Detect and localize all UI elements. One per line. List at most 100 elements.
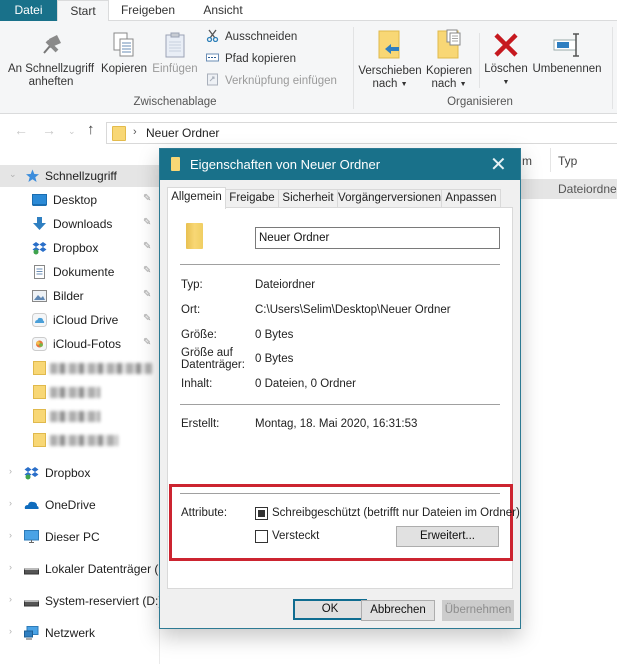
ribbon-tab-bar: Datei Start Freigeben Ansicht bbox=[0, 0, 617, 22]
tab-allgemein[interactable]: Allgemein bbox=[167, 187, 226, 209]
sidebar-item-onedrive[interactable]: › OneDrive bbox=[0, 494, 160, 516]
blurred-label bbox=[50, 387, 100, 398]
dropdown-caret-icon: ▼ bbox=[459, 81, 467, 88]
tab-freigabe[interactable]: Freigabe bbox=[225, 189, 279, 208]
sidebar-item-network[interactable]: › Netzwerk bbox=[0, 622, 160, 644]
blurred-label bbox=[50, 363, 152, 374]
created-value: Montag, 18. Mai 2020, 16:31:53 bbox=[255, 418, 418, 430]
column-header-name[interactable]: m bbox=[522, 154, 532, 168]
ribbon-group-separator bbox=[612, 27, 613, 109]
expand-chevron-icon[interactable]: › bbox=[9, 562, 12, 572]
sidebar-item-blurred-folder[interactable] bbox=[0, 405, 160, 427]
back-arrow-icon[interactable]: ← bbox=[14, 122, 28, 138]
folder-name-input[interactable] bbox=[255, 227, 500, 249]
folder-icon bbox=[186, 223, 203, 249]
hidden-checkbox[interactable] bbox=[255, 530, 268, 543]
tab-ansicht[interactable]: Ansicht bbox=[192, 0, 254, 21]
navigation-bar: ← → ⌄ ↑ › Neuer Ordner bbox=[0, 115, 617, 147]
sidebar-item-blurred-folder[interactable] bbox=[0, 429, 160, 451]
paste-shortcut-icon bbox=[206, 73, 219, 86]
copy-to-icon bbox=[436, 29, 462, 61]
sidebar-item-documents[interactable]: Dokumente ✎ bbox=[0, 261, 160, 283]
readonly-label[interactable]: Schreibgeschützt (betrifft nur Dateien i… bbox=[272, 507, 520, 519]
dropdown-caret-icon: ▼ bbox=[400, 81, 408, 88]
tab-sicherheit[interactable]: Sicherheit bbox=[278, 189, 338, 208]
rename-button[interactable]: Umbenennen bbox=[530, 31, 604, 76]
pin-icon[interactable]: ✎ bbox=[143, 313, 151, 324]
cut-button[interactable]: Ausschneiden bbox=[206, 29, 297, 45]
folder-icon bbox=[33, 433, 46, 447]
expand-chevron-icon[interactable]: › bbox=[9, 626, 12, 636]
sidebar-item-blurred-folder[interactable] bbox=[0, 357, 160, 379]
paste-icon bbox=[162, 31, 188, 59]
breadcrumb-chevron-icon[interactable]: › bbox=[133, 126, 137, 138]
pin-icon[interactable]: ✎ bbox=[143, 193, 151, 204]
apply-button[interactable]: Übernehmen bbox=[442, 600, 514, 621]
pin-icon[interactable]: ✎ bbox=[143, 289, 151, 300]
hidden-label[interactable]: Versteckt bbox=[272, 530, 319, 542]
expand-chevron-icon[interactable]: › bbox=[9, 466, 12, 476]
pin-icon[interactable]: ✎ bbox=[143, 337, 151, 348]
move-to-button[interactable]: Verschieben nach ▼ bbox=[357, 29, 423, 91]
sidebar-item-system-reserved[interactable]: › System-reserviert (D:) bbox=[0, 590, 160, 612]
dialog-title-bar[interactable]: Eigenschaften von Neuer Ordner ✕ bbox=[160, 149, 520, 180]
sidebar-item-desktop[interactable]: Desktop ✎ bbox=[0, 189, 160, 211]
breadcrumb-current-folder[interactable]: Neuer Ordner bbox=[146, 126, 219, 140]
expand-chevron-icon[interactable]: › bbox=[9, 594, 12, 604]
type-label: Typ: bbox=[181, 279, 203, 291]
folder-icon bbox=[112, 126, 126, 141]
documents-icon bbox=[33, 265, 48, 279]
sidebar-item-quick-access[interactable]: ⌄ Schnellzugriff bbox=[0, 165, 160, 187]
ribbon: An Schnellzugriff anheften Kopieren Einf… bbox=[0, 21, 617, 114]
pin-icon[interactable]: ✎ bbox=[143, 217, 151, 228]
sidebar-item-downloads[interactable]: Downloads ✎ bbox=[0, 213, 160, 235]
blurred-label bbox=[50, 435, 118, 446]
location-value: C:\Users\Selim\Desktop\Neuer Ordner bbox=[255, 304, 451, 316]
address-bar[interactable]: › Neuer Ordner bbox=[106, 122, 617, 144]
divider bbox=[180, 404, 500, 405]
tab-vorgaengerversionen[interactable]: Vorgängerversionen bbox=[337, 189, 442, 208]
copy-to-button[interactable]: Kopieren nach ▼ bbox=[423, 29, 475, 91]
pin-icon[interactable]: ✎ bbox=[143, 241, 151, 252]
cancel-button[interactable]: Abbrechen bbox=[361, 600, 435, 621]
sidebar-item-local-disk[interactable]: › Lokaler Datenträger ( bbox=[0, 558, 160, 580]
pin-icon[interactable]: ✎ bbox=[143, 265, 151, 276]
sidebar-item-this-pc[interactable]: › Dieser PC bbox=[0, 526, 160, 548]
copy-path-button[interactable]: Pfad kopieren bbox=[206, 51, 296, 67]
delete-button[interactable]: Löschen ▼ bbox=[482, 31, 530, 89]
forward-arrow-icon[interactable]: → bbox=[42, 122, 56, 138]
sidebar-item-dropbox[interactable]: Dropbox ✎ bbox=[0, 237, 160, 259]
size-value: 0 Bytes bbox=[255, 329, 294, 341]
attributes-label: Attribute: bbox=[181, 507, 228, 519]
sidebar-item-blurred-folder[interactable] bbox=[0, 381, 160, 403]
recent-locations-icon[interactable]: ⌄ bbox=[68, 126, 76, 137]
pictures-icon bbox=[32, 289, 47, 303]
tab-datei[interactable]: Datei bbox=[0, 0, 57, 21]
tab-start[interactable]: Start bbox=[57, 0, 109, 22]
expand-chevron-icon[interactable]: ⌄ bbox=[9, 169, 17, 180]
up-arrow-icon[interactable]: ↑ bbox=[87, 121, 95, 138]
icloud-photos-icon bbox=[32, 337, 47, 351]
sidebar-item-dropbox-root[interactable]: › Dropbox bbox=[0, 462, 160, 484]
tab-freigeben[interactable]: Freigeben bbox=[112, 0, 184, 21]
readonly-checkbox[interactable] bbox=[255, 507, 268, 520]
column-separator[interactable] bbox=[550, 148, 551, 172]
expand-chevron-icon[interactable]: › bbox=[9, 530, 12, 540]
sidebar-item-icloud-drive[interactable]: iCloud Drive ✎ bbox=[0, 309, 160, 331]
tab-anpassen[interactable]: Anpassen bbox=[441, 189, 501, 208]
copy-button[interactable]: Kopieren bbox=[100, 31, 148, 76]
copy-path-icon bbox=[206, 51, 219, 64]
move-to-icon bbox=[377, 29, 403, 61]
expand-chevron-icon[interactable]: › bbox=[9, 498, 12, 508]
sidebar-item-pictures[interactable]: Bilder ✎ bbox=[0, 285, 160, 307]
ok-button[interactable]: OK bbox=[293, 599, 367, 620]
paste-button[interactable]: Einfügen bbox=[151, 31, 199, 76]
paste-shortcut-button[interactable]: Verknüpfung einfügen bbox=[206, 73, 337, 89]
sidebar-item-icloud-photos[interactable]: iCloud-Fotos ✎ bbox=[0, 333, 160, 355]
column-header-type[interactable]: Typ bbox=[558, 154, 577, 168]
pin-to-quick-access-button[interactable]: An Schnellzugriff anheften bbox=[6, 31, 96, 89]
close-icon[interactable]: ✕ bbox=[490, 152, 507, 177]
contents-label: Inhalt: bbox=[181, 378, 213, 390]
folder-icon bbox=[33, 385, 46, 399]
advanced-button[interactable]: Erweitert... bbox=[396, 526, 499, 547]
